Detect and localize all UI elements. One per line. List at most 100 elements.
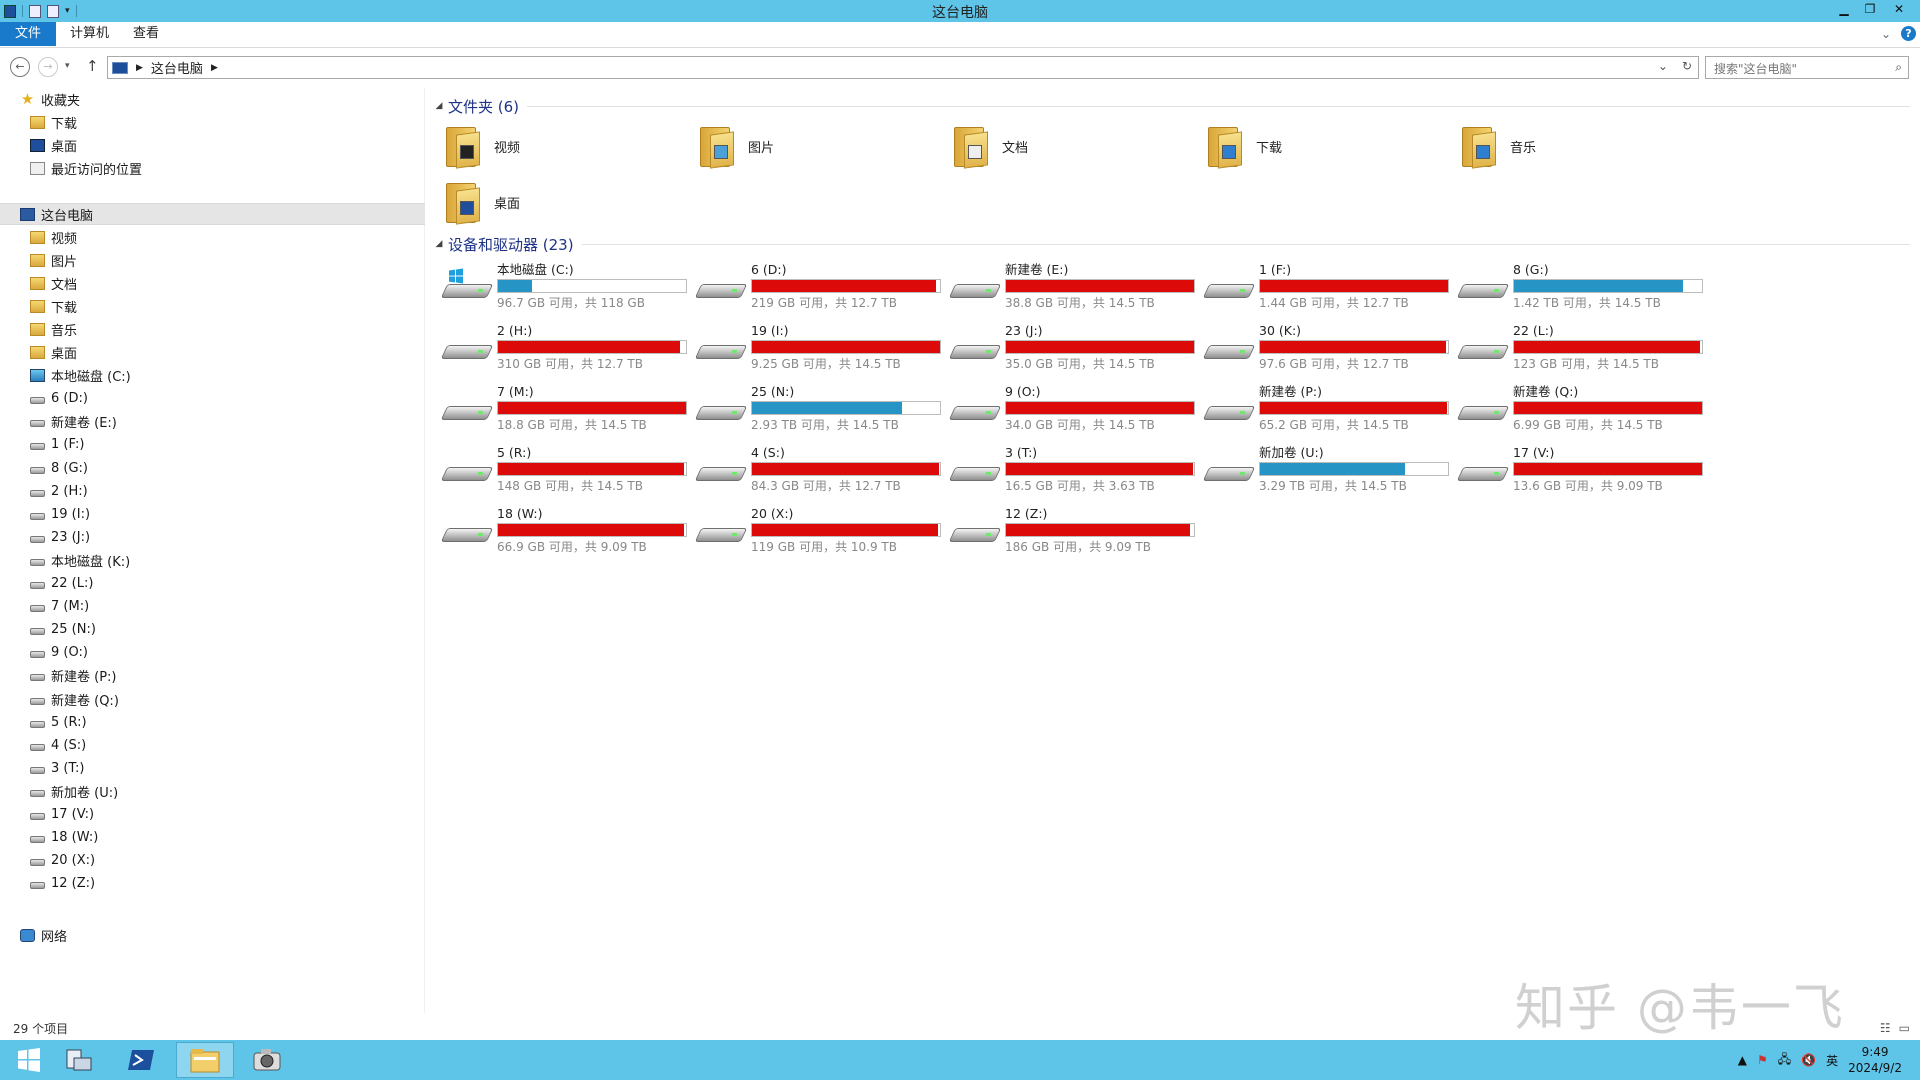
sidebar-item-folder[interactable]: 音乐 [0,318,425,340]
sidebar-item-drive[interactable]: 新建卷 (E:) [0,411,425,433]
action-center-icon[interactable]: ⚑ [1757,1053,1768,1067]
restore-button[interactable]: ❐ [1858,0,1882,18]
chevron-right-icon[interactable]: ▶ [136,63,143,73]
server-manager-button[interactable] [50,1042,108,1078]
sidebar-item-drive[interactable]: 5 (R:) [0,711,425,733]
file-explorer-button[interactable] [176,1042,234,1078]
folder-item[interactable]: 文档 [950,120,1200,172]
sidebar-item-drive[interactable]: 4 (S:) [0,734,425,756]
refresh-icon[interactable]: ↻ [1682,59,1692,73]
sidebar-item-drive[interactable]: 19 (I:) [0,503,425,525]
drive-item[interactable]: 22 (L:) 123 GB 可用，共 14.5 TB [1456,323,1712,375]
sidebar-item-drive[interactable]: 本地磁盘 (K:) [0,549,425,571]
address-bar[interactable]: ▶ 这台电脑 ▶ ⌄ ↻ [107,56,1699,79]
sidebar-item-folder[interactable]: 桌面 [0,342,425,364]
folder-item[interactable]: 图片 [696,120,946,172]
sidebar-item-drive[interactable]: 新建卷 (P:) [0,665,425,687]
details-view-icon[interactable]: ☷ [1880,1021,1891,1035]
sidebar-item-folder[interactable]: 下载 [0,295,425,317]
expand-ribbon-icon[interactable]: ⌄ [1881,27,1891,41]
close-button[interactable]: ✕ [1884,0,1914,18]
history-dropdown-icon[interactable]: ⌄ [1658,59,1668,73]
drive-item[interactable]: 新加卷 (U:) 3.29 TB 可用，共 14.5 TB [1202,445,1458,497]
sidebar-item-drive[interactable]: 1 (F:) [0,434,425,456]
drive-item[interactable]: 8 (G:) 1.42 TB 可用，共 14.5 TB [1456,262,1712,314]
show-hidden-icons-icon[interactable]: ▲ [1738,1053,1747,1067]
network-icon[interactable]: 🖧 [1778,1050,1791,1071]
sidebar-item-drive[interactable]: 本地磁盘 (C:) [0,365,425,387]
drive-item[interactable]: 4 (S:) 84.3 GB 可用，共 12.7 TB [694,445,950,497]
drive-item[interactable]: 19 (I:) 9.25 GB 可用，共 14.5 TB [694,323,950,375]
drive-item[interactable]: 9 (O:) 34.0 GB 可用，共 14.5 TB [948,384,1204,436]
sidebar-item-drive[interactable]: 23 (J:) [0,526,425,548]
drive-item[interactable]: 1 (F:) 1.44 GB 可用，共 12.7 TB [1202,262,1458,314]
folder-item[interactable]: 视频 [442,120,692,172]
sidebar-item-favorites[interactable]: ★ 收藏夹 [0,88,425,110]
search-input[interactable]: 搜索"这台电脑" ⌕ [1705,56,1909,79]
sidebar-item-drive[interactable]: 20 (X:) [0,850,425,872]
back-button[interactable]: ← [10,57,30,77]
breadcrumb[interactable]: 这台电脑 [151,58,203,77]
help-icon[interactable]: ? [1901,26,1916,41]
sidebar-item-drive[interactable]: 18 (W:) [0,827,425,849]
drive-item[interactable]: 本地磁盘 (C:) 96.7 GB 可用，共 118 GB [440,262,696,314]
sidebar-item-favorite[interactable]: 桌面 [0,134,425,156]
collapse-icon[interactable]: ◢ [430,239,448,249]
recent-locations-icon[interactable]: ▾ [65,61,70,71]
drive-item[interactable]: 新建卷 (E:) 38.8 GB 可用，共 14.5 TB [948,262,1204,314]
volume-icon[interactable]: 🔇 [1801,1053,1816,1067]
tab-view[interactable]: 查看 [123,22,169,46]
camera-app-button[interactable] [238,1042,296,1078]
sidebar-item-drive[interactable]: 2 (H:) [0,480,425,502]
search-icon[interactable]: ⌕ [1895,60,1902,75]
minimize-button[interactable]: ▁ [1832,0,1856,18]
folder-item[interactable]: 音乐 [1458,120,1708,172]
sidebar-item-network[interactable]: 网络 [0,924,425,946]
tab-computer[interactable]: 计算机 [60,22,119,46]
collapse-icon[interactable]: ◢ [430,101,448,111]
sidebar-item-drive[interactable]: 3 (T:) [0,757,425,779]
powershell-button[interactable] [112,1042,170,1078]
sidebar-item-drive[interactable]: 新加卷 (U:) [0,780,425,802]
sidebar-item-drive[interactable]: 新建卷 (Q:) [0,688,425,710]
sidebar-item-drive[interactable]: 8 (G:) [0,457,425,479]
input-method-indicator[interactable]: 英 [1826,1052,1838,1069]
folder-item[interactable]: 下载 [1204,120,1454,172]
folders-group-header[interactable]: ◢ 文件夹 (6) [430,96,1910,116]
large-icons-view-icon[interactable]: ▭ [1899,1021,1910,1035]
drive-item[interactable]: 12 (Z:) 186 GB 可用，共 9.09 TB [948,506,1204,558]
drive-item[interactable]: 25 (N:) 2.93 TB 可用，共 14.5 TB [694,384,950,436]
sidebar-item-favorite[interactable]: 下载 [0,111,425,133]
drive-item[interactable]: 6 (D:) 219 GB 可用，共 12.7 TB [694,262,950,314]
sidebar-item-drive[interactable]: 7 (M:) [0,596,425,618]
drive-item[interactable]: 2 (H:) 310 GB 可用，共 12.7 TB [440,323,696,375]
folder-item[interactable]: 桌面 [442,176,692,228]
drive-item[interactable]: 新建卷 (Q:) 6.99 GB 可用，共 14.5 TB [1456,384,1712,436]
sidebar-item-drive[interactable]: 17 (V:) [0,804,425,826]
sidebar-item-drive[interactable]: 22 (L:) [0,573,425,595]
forward-button[interactable]: → [38,57,58,77]
drive-item[interactable]: 新建卷 (P:) 65.2 GB 可用，共 14.5 TB [1202,384,1458,436]
sidebar-item-drive[interactable]: 25 (N:) [0,619,425,641]
drives-group-header[interactable]: ◢ 设备和驱动器 (23) [430,234,1910,254]
drive-item[interactable]: 18 (W:) 66.9 GB 可用，共 9.09 TB [440,506,696,558]
sidebar-item-this-pc[interactable]: 这台电脑 [0,203,425,225]
sidebar-item-folder[interactable]: 视频 [0,226,425,248]
sidebar-item-drive[interactable]: 9 (O:) [0,642,425,664]
sidebar-item-folder[interactable]: 图片 [0,249,425,271]
sidebar-item-drive[interactable]: 6 (D:) [0,388,425,410]
drive-item[interactable]: 3 (T:) 16.5 GB 可用，共 3.63 TB [948,445,1204,497]
clock[interactable]: 9:49 2024/9/2 [1848,1044,1902,1076]
sidebar-item-folder[interactable]: 文档 [0,272,425,294]
drive-item[interactable]: 23 (J:) 35.0 GB 可用，共 14.5 TB [948,323,1204,375]
sidebar-item-drive[interactable]: 12 (Z:) [0,873,425,895]
tab-file[interactable]: 文件 [0,22,56,46]
drive-item[interactable]: 5 (R:) 148 GB 可用，共 14.5 TB [440,445,696,497]
drive-item[interactable]: 20 (X:) 119 GB 可用，共 10.9 TB [694,506,950,558]
drive-item[interactable]: 30 (K:) 97.6 GB 可用，共 12.7 TB [1202,323,1458,375]
drive-item[interactable]: 7 (M:) 18.8 GB 可用，共 14.5 TB [440,384,696,436]
drive-item[interactable]: 17 (V:) 13.6 GB 可用，共 9.09 TB [1456,445,1712,497]
sidebar-item-favorite[interactable]: 最近访问的位置 [0,157,425,179]
chevron-right-icon[interactable]: ▶ [211,63,218,73]
up-arrow-icon[interactable]: ↑ [86,57,99,75]
